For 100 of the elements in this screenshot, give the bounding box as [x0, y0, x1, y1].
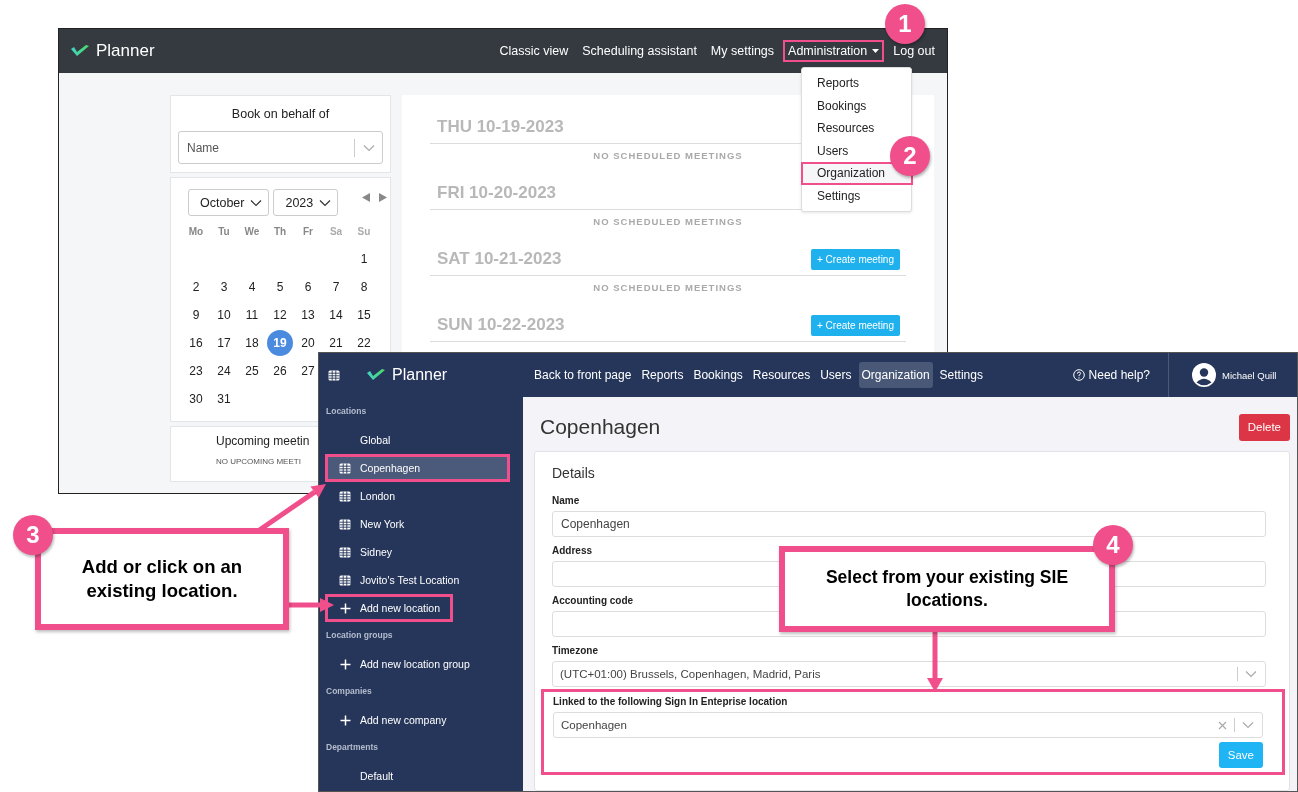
calendar-day[interactable]: 7	[326, 277, 346, 297]
grid-icon	[339, 574, 351, 586]
chevron-down-icon	[1242, 721, 1254, 729]
calendar-day[interactable]: 8	[354, 277, 374, 297]
select-field[interactable]: Copenhagen	[553, 712, 1263, 738]
sidebar-item[interactable]: Jovito's Test Location	[325, 566, 473, 594]
menu-item[interactable]: Resources	[801, 117, 877, 140]
nav-link[interactable]: My settings	[705, 40, 780, 62]
calendar-day[interactable]: 12	[270, 305, 290, 325]
previous-icon[interactable]	[362, 193, 371, 202]
sidebar-item[interactable]: Add new company	[325, 706, 460, 734]
nav-tab[interactable]: Resources	[749, 362, 814, 388]
card-title: Upcoming meetin	[216, 434, 310, 448]
arrow	[288, 598, 334, 612]
year-select[interactable]: 2023	[273, 189, 339, 216]
app-name: Planner	[96, 41, 155, 61]
sidebar-item[interactable]: London	[325, 482, 409, 510]
sidebar-item[interactable]: Global	[325, 426, 404, 454]
nav-link[interactable]: Classic view	[494, 40, 574, 62]
grid-icon	[339, 490, 351, 502]
apps-grid-icon[interactable]	[328, 369, 340, 381]
weekday-label: Mo	[187, 224, 205, 239]
nav-link[interactable]: Scheduling assistant	[577, 40, 702, 62]
sidebar-item[interactable]: Sidney	[325, 538, 406, 566]
help-link[interactable]: Need help?	[1072, 368, 1168, 382]
calendar-day[interactable]: 4	[242, 277, 262, 297]
delete-button[interactable]: Delete	[1238, 413, 1290, 441]
field-label: Address	[552, 545, 592, 558]
sidebar-item[interactable]: Copenhagen	[325, 454, 510, 482]
calendar-day[interactable]: 31	[214, 389, 234, 409]
weekday-label: Th	[272, 224, 288, 239]
field-label: Linked to the following Sign In Enteprise location	[553, 696, 788, 709]
grid-icon	[339, 546, 351, 558]
chevron-down-icon	[250, 198, 263, 207]
empty-message: NO SCHEDULED MEETINGS	[593, 282, 743, 293]
calendar-day[interactable]: 18	[242, 333, 262, 353]
nav-tab[interactable]: Users	[817, 362, 855, 388]
nav-tab[interactable]: Bookings	[690, 362, 746, 388]
calendar-day[interactable]: 6	[298, 277, 318, 297]
calendar-day[interactable]: 25	[242, 361, 262, 381]
calendar-day[interactable]: 2	[186, 277, 206, 297]
calendar-day[interactable]: 1	[354, 249, 374, 269]
help-icon	[1072, 369, 1085, 381]
calendar-day[interactable]: 16	[186, 333, 206, 353]
calendar-day[interactable]: 14	[326, 305, 346, 325]
calendar-day[interactable]: 5	[270, 277, 290, 297]
calendar-day[interactable]: 10	[214, 305, 234, 325]
calendar-day[interactable]: 24	[214, 361, 234, 381]
plus-icon	[339, 602, 351, 614]
select-field[interactable]: (UTC+01:00) Brussels, Copenhagen, Madrid, Paris	[552, 661, 1266, 687]
plus-icon	[339, 714, 351, 726]
nav-tab[interactable]: Reports	[638, 362, 687, 388]
sidebar-item[interactable]: New York	[325, 510, 418, 538]
calendar-day[interactable]: 13	[298, 305, 318, 325]
sidebar-item[interactable]: Add new location	[325, 594, 453, 622]
empty-message: NO SCHEDULED MEETINGS	[593, 150, 743, 161]
menu-item[interactable]: Bookings	[801, 94, 869, 117]
calendar-day[interactable]: 23	[186, 361, 206, 381]
empty-message: NO UPCOMING MEETI	[216, 457, 301, 466]
section-heading: Companies	[325, 685, 373, 698]
user-menu[interactable]: Michael Quill	[1168, 353, 1297, 397]
menu-item[interactable]: Reports	[801, 72, 862, 95]
check-icon	[366, 368, 386, 382]
chevron-down-icon	[363, 143, 375, 152]
calendar-day[interactable]: 17	[214, 333, 234, 353]
card-title: Book on behalf of	[230, 106, 331, 123]
field-label: Accounting code	[552, 595, 634, 608]
calendar-day[interactable]: 21	[326, 333, 346, 353]
input-field[interactable]: Copenhagen	[552, 511, 1266, 537]
month-select[interactable]: October	[188, 189, 270, 216]
nav-tab[interactable]: Settings	[936, 362, 986, 388]
calendar-day[interactable]: 11	[242, 305, 262, 325]
weekday-label: Sa	[328, 224, 344, 239]
date-heading: THU 10-19-2023	[437, 117, 564, 137]
calendar-day[interactable]: 15	[354, 305, 374, 325]
menu-item[interactable]: Users	[801, 139, 851, 162]
date-heading: SUN 10-22-2023	[437, 315, 565, 335]
calendar-day[interactable]: 22	[354, 333, 374, 353]
menu-item[interactable]: Settings	[801, 184, 863, 207]
calendar-day[interactable]: 3	[214, 277, 234, 297]
calendar-day[interactable]: 9	[186, 305, 206, 325]
nav-tab[interactable]: Organization	[858, 362, 933, 388]
calendar-day[interactable]: 27	[298, 361, 318, 381]
card-title: Details	[552, 465, 596, 481]
dropdown-toggle[interactable]: Administration	[783, 40, 885, 62]
sidebar-item[interactable]: Add new location group	[325, 650, 483, 678]
sidebar-item[interactable]: Default	[325, 762, 407, 790]
chevron-down-icon	[319, 198, 332, 207]
calendar-day[interactable]: 26	[270, 361, 290, 381]
name-select[interactable]: Name	[178, 131, 383, 164]
section-heading: Locations	[325, 405, 368, 418]
weekday-label: Su	[356, 224, 372, 239]
date-heading: SAT 10-21-2023	[437, 249, 562, 269]
nav-tab[interactable]: Back to front page	[531, 362, 635, 388]
section-heading: Departments	[325, 741, 379, 754]
calendar-day[interactable]: 30	[186, 389, 206, 409]
weekday-label: Fr	[302, 224, 314, 239]
calendar-day[interactable]: 20	[298, 333, 318, 353]
empty-message: NO SCHEDULED MEETINGS	[593, 216, 743, 227]
next-icon[interactable]	[379, 193, 388, 202]
